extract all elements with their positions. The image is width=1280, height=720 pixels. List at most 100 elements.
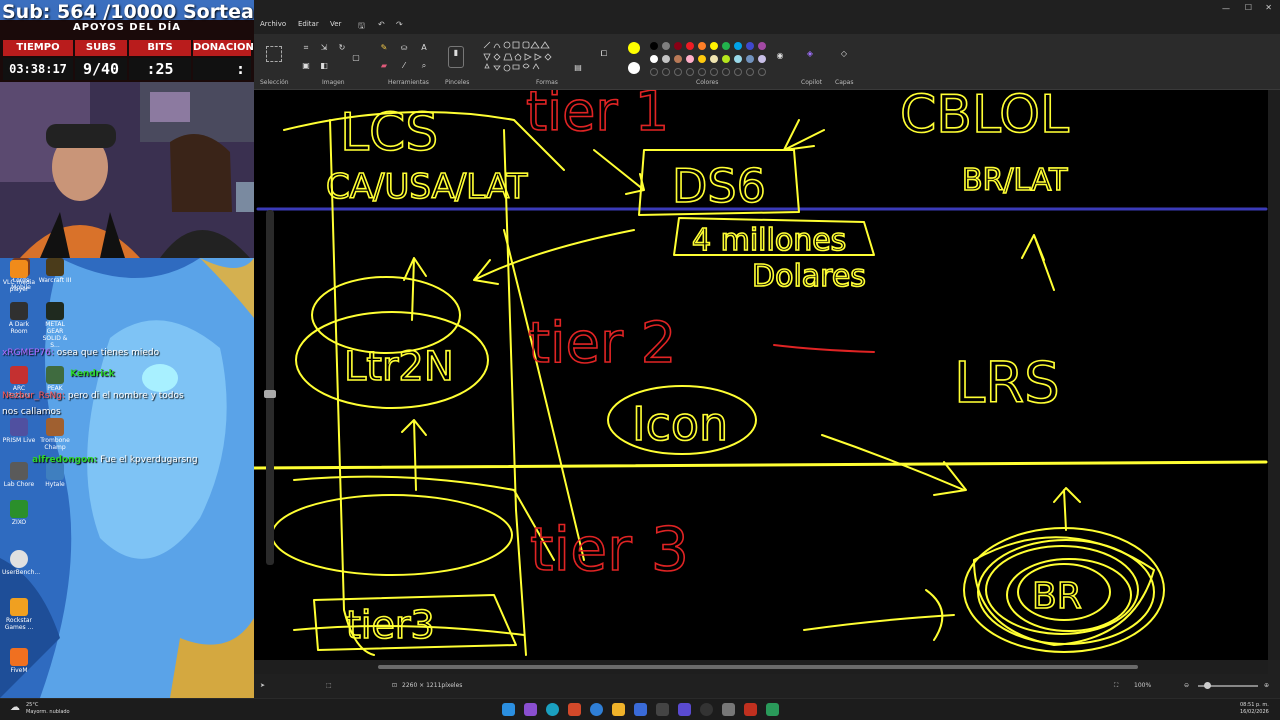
canvas-side-slider-thumb[interactable]	[264, 390, 276, 398]
brushes-icon[interactable]: ▮	[448, 46, 464, 68]
weather-icon[interactable]: ☁	[10, 702, 20, 713]
desktop-icon-peak[interactable]: PEAK	[38, 366, 72, 392]
desktop-icon-vlc[interactable]: VLC media player	[2, 260, 36, 293]
drawing-canvas[interactable]: LCS tier 1 CBLOL CA/USA/LAT DS6 BR/LAT 4…	[252, 79, 1268, 660]
menu-ver[interactable]: Ver	[330, 20, 341, 28]
desktop-icon-rockstar[interactable]: Rockstar Games ...	[2, 598, 36, 631]
desktop-icon-lab-chore[interactable]: Lab Chore	[2, 462, 36, 488]
vertical-scrollbar[interactable]	[1268, 90, 1280, 660]
minimize-icon[interactable]: —	[1222, 4, 1230, 13]
palette-color-swatch[interactable]	[722, 42, 730, 50]
maximize-icon[interactable]: ☐	[1245, 3, 1252, 12]
text-icon[interactable]: A	[418, 42, 430, 54]
app-icon-4[interactable]	[744, 703, 757, 716]
start-icon[interactable]	[502, 703, 515, 716]
crop-icon[interactable]: ⌗	[300, 42, 312, 54]
app-icon-3[interactable]	[656, 703, 669, 716]
desktop-icon-trombone-champ[interactable]: Trombone Champ	[38, 418, 72, 451]
palette-color-swatch[interactable]	[650, 55, 658, 63]
color-picker-icon[interactable]: ⁄	[398, 60, 410, 72]
palette-color-swatch[interactable]	[746, 42, 754, 50]
save-icon[interactable]: 🖫	[358, 20, 365, 34]
app-icon-1[interactable]	[524, 703, 537, 716]
desktop-icon-prism-live[interactable]: PRISM Live	[2, 418, 36, 444]
palette-color-swatch[interactable]	[698, 42, 706, 50]
pencil-icon[interactable]: ✎	[378, 42, 390, 54]
canvas-side-slider[interactable]	[266, 210, 274, 565]
palette-empty-swatch[interactable]	[734, 68, 742, 76]
fill-icon[interactable]: ⛀	[398, 42, 410, 54]
menu-editar[interactable]: Editar	[298, 20, 319, 28]
palette-color-swatch[interactable]	[722, 55, 730, 63]
horizontal-scrollbar[interactable]	[254, 660, 1268, 674]
zoom-level[interactable]: 100%	[1134, 682, 1151, 689]
file-explorer-icon[interactable]	[612, 703, 625, 716]
desktop-icon-hytale[interactable]: Hytale	[38, 462, 72, 488]
palette-color-swatch[interactable]	[662, 55, 670, 63]
horizontal-scrollbar-thumb[interactable]	[378, 665, 1138, 669]
palette-empty-swatch[interactable]	[674, 68, 682, 76]
palette-empty-swatch[interactable]	[650, 68, 658, 76]
palette-color-swatch[interactable]	[710, 55, 718, 63]
palette-color-swatch[interactable]	[734, 55, 742, 63]
shapes-gallery[interactable]	[482, 40, 562, 74]
chrome-icon[interactable]	[590, 703, 603, 716]
palette-color-swatch[interactable]	[734, 42, 742, 50]
close-icon[interactable]: ✕	[1265, 3, 1272, 12]
outline-icon[interactable]: ⧠	[598, 48, 610, 60]
desktop-icon-warcraft[interactable]: Warcraft III	[38, 258, 72, 284]
copilot-icon[interactable]: ◈	[804, 48, 816, 60]
app-icon-2[interactable]	[634, 703, 647, 716]
image-edit-icon[interactable]: ▢	[350, 52, 362, 64]
palette-color-swatch[interactable]	[674, 42, 682, 50]
palette-color-swatch[interactable]	[686, 55, 694, 63]
brave-icon[interactable]	[568, 703, 581, 716]
palette-empty-swatch[interactable]	[722, 68, 730, 76]
desktop-icon-zixo[interactable]: ZIXO	[2, 500, 36, 526]
palette-color-swatch[interactable]	[686, 42, 694, 50]
desktop-icon-userbench[interactable]: UserBench...	[2, 550, 40, 576]
stat-value-time: 03:38:17	[3, 58, 73, 80]
palette-empty-swatch[interactable]	[686, 68, 694, 76]
remove-bg-icon[interactable]: ◧	[318, 60, 330, 72]
palette-color-swatch[interactable]	[710, 42, 718, 50]
zoom-in-icon[interactable]: ⊕	[1264, 682, 1269, 689]
eraser-icon[interactable]: ▰	[378, 60, 390, 72]
primary-color-swatch[interactable]	[628, 42, 640, 54]
desktop-icon-fivem[interactable]: FiveM	[2, 648, 36, 674]
palette-empty-swatch[interactable]	[758, 68, 766, 76]
palette-color-swatch[interactable]	[662, 42, 670, 50]
secondary-color-swatch[interactable]	[628, 62, 640, 74]
fill-shape-icon[interactable]: ▤	[572, 62, 584, 74]
palette-empty-swatch[interactable]	[746, 68, 754, 76]
menu-archivo[interactable]: Archivo	[260, 20, 286, 28]
edit-colors-icon[interactable]: ◉	[774, 50, 786, 62]
palette-empty-swatch[interactable]	[698, 68, 706, 76]
desktop-icon-metal-gear[interactable]: METAL GEAR SOLID & S...	[38, 302, 72, 349]
edge-icon[interactable]	[546, 703, 559, 716]
magnifier-icon[interactable]: ⌕	[418, 60, 430, 72]
undo-icon[interactable]: ↶	[378, 20, 385, 29]
layers-icon[interactable]: ◇	[838, 48, 850, 60]
resize-icon[interactable]: ⇲	[318, 42, 330, 54]
obs-icon[interactable]	[700, 703, 713, 716]
palette-color-swatch[interactable]	[746, 55, 754, 63]
zoom-out-icon[interactable]: ⊖	[1184, 682, 1189, 689]
fit-icon[interactable]: ⛶	[1114, 682, 1118, 690]
selection-tool-icon[interactable]	[266, 46, 282, 62]
redo-icon[interactable]: ↷	[396, 20, 403, 29]
app-icon-5[interactable]	[766, 703, 779, 716]
palette-color-swatch[interactable]	[758, 42, 766, 50]
palette-color-swatch[interactable]	[758, 55, 766, 63]
palette-empty-swatch[interactable]	[710, 68, 718, 76]
zoom-slider-thumb[interactable]	[1204, 682, 1211, 689]
discord-icon[interactable]	[678, 703, 691, 716]
settings-icon[interactable]	[722, 703, 735, 716]
palette-color-swatch[interactable]	[698, 55, 706, 63]
palette-color-swatch[interactable]	[674, 55, 682, 63]
palette-empty-swatch[interactable]	[662, 68, 670, 76]
image-select-icon[interactable]: ▣	[300, 60, 312, 72]
desktop-icon-a-dark-room[interactable]: A Dark Room	[2, 302, 36, 335]
rotate-icon[interactable]: ↻	[336, 42, 348, 54]
palette-color-swatch[interactable]	[650, 42, 658, 50]
